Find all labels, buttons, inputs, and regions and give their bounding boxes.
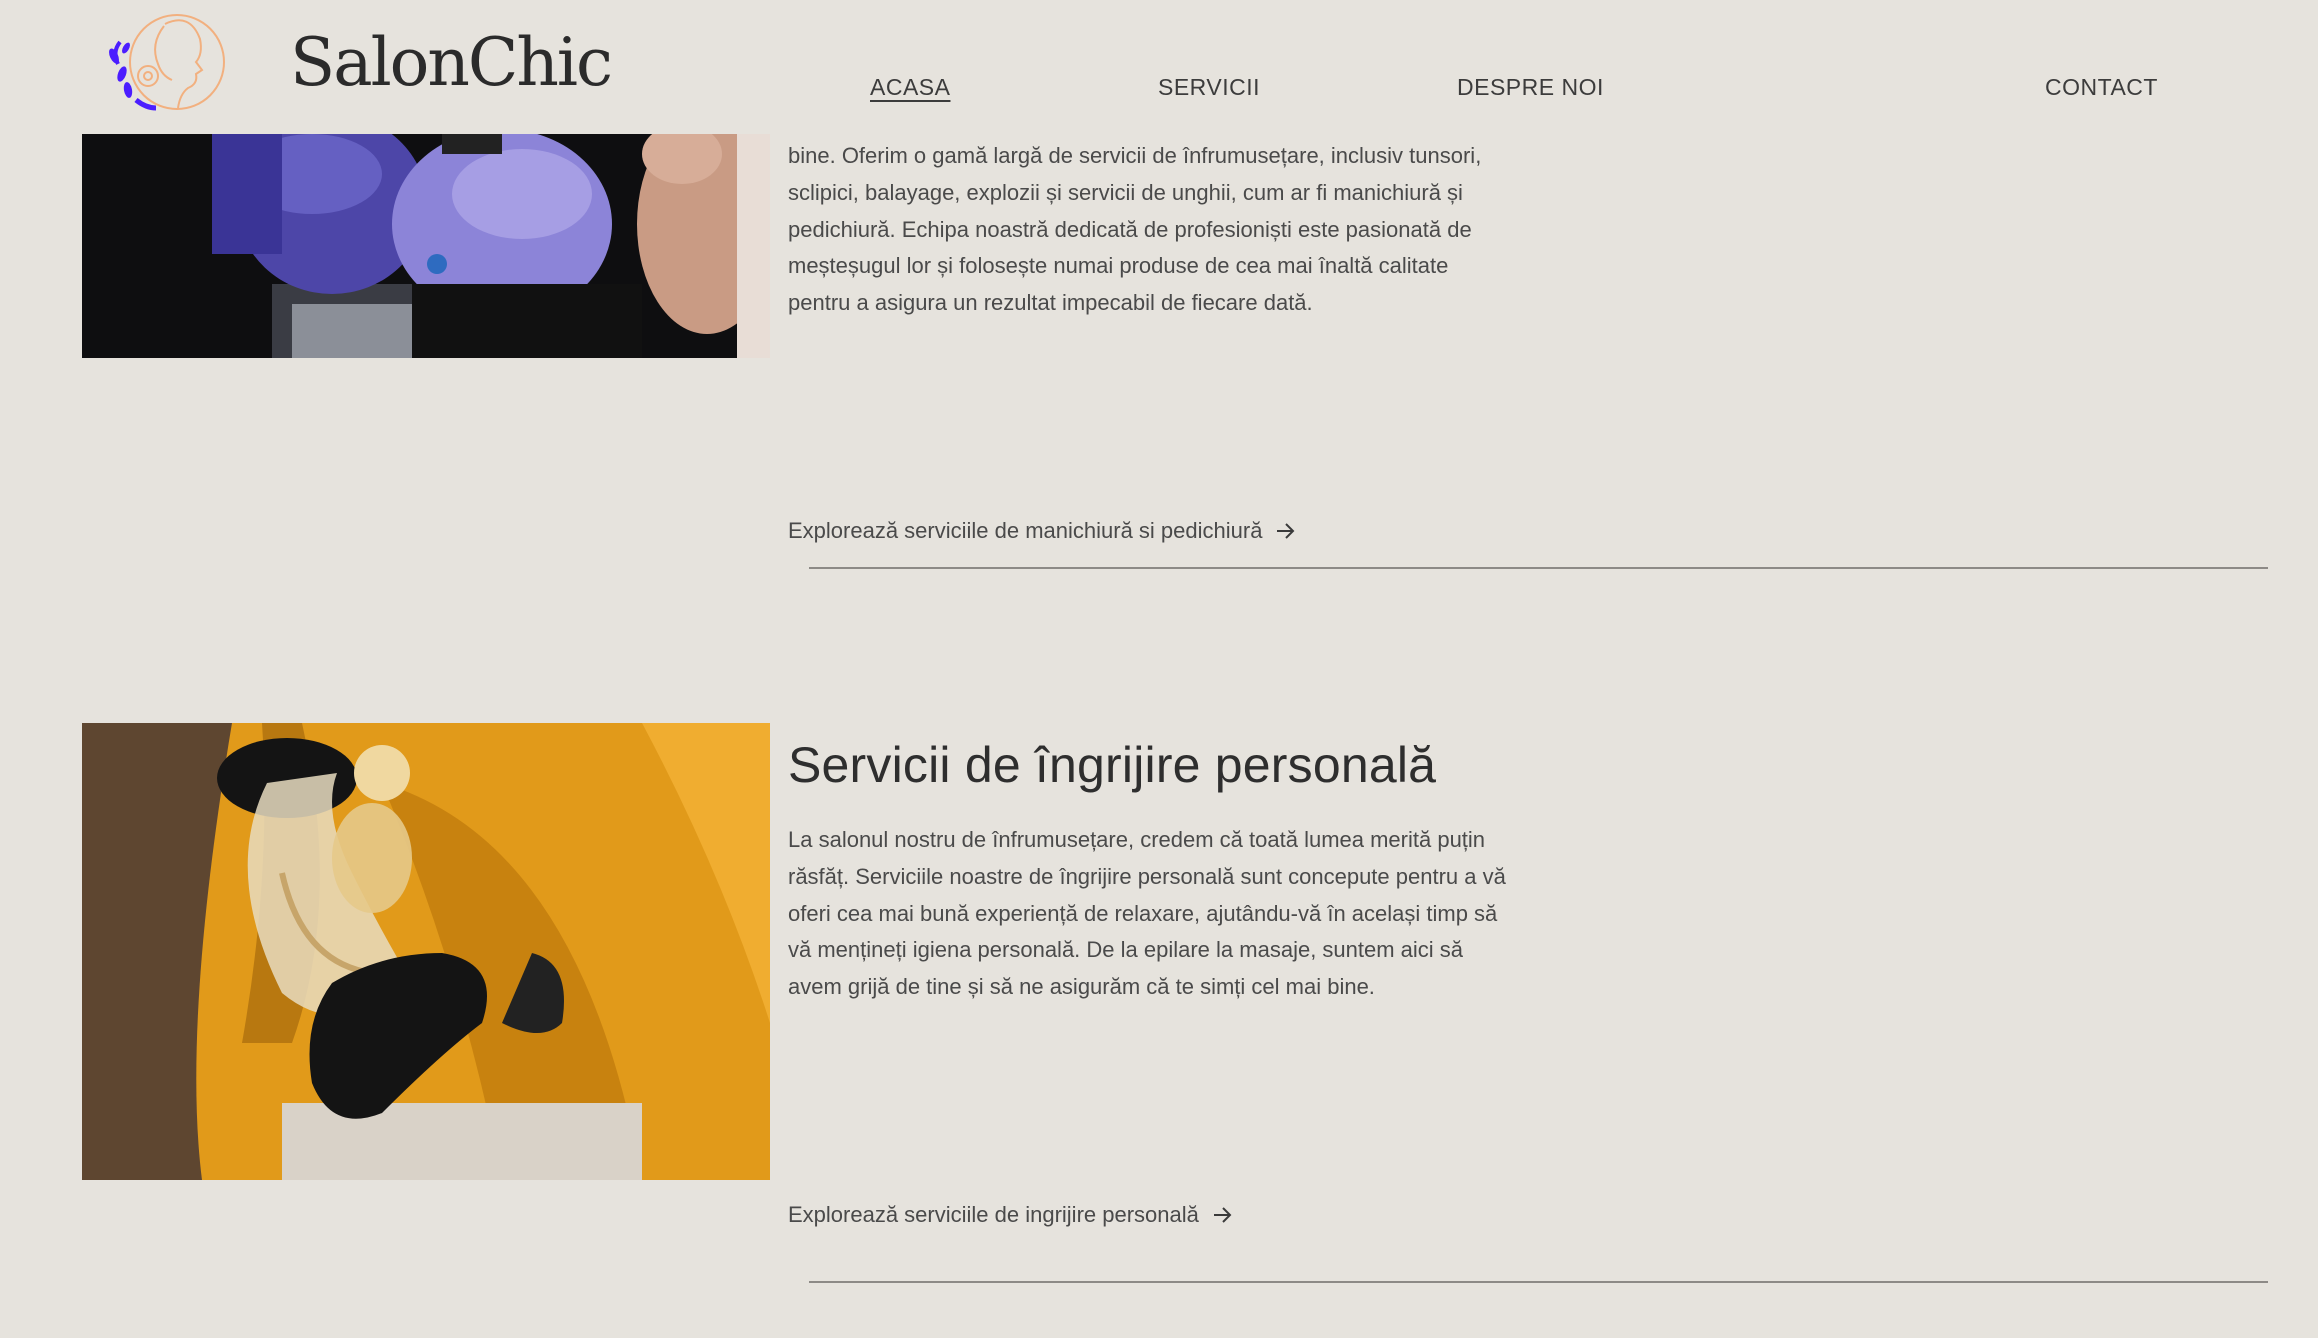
- woman-face-logo-icon[interactable]: [100, 4, 230, 118]
- personal-care-description: La salonul nostru de înfrumusețare, cred…: [788, 827, 1506, 1000]
- site-header: SalonChic ACASA SERVICII DESPRE NOI CONT…: [0, 0, 2318, 134]
- section-divider: [809, 1281, 2268, 1283]
- brand-logo-text[interactable]: SalonChic: [290, 30, 613, 96]
- nav-item-acasa[interactable]: ACASA: [870, 76, 950, 99]
- explore-personal-care-link-label: Explorează serviciile de ingrijire perso…: [788, 1202, 1199, 1227]
- section-divider: [809, 567, 2268, 569]
- nav-item-despre-noi[interactable]: DESPRE NOI: [1457, 76, 1604, 99]
- manicure-image: [82, 134, 770, 358]
- nav-item-servicii[interactable]: SERVICII: [1158, 76, 1260, 99]
- manicure-description: bine. Oferim o gamă largă de servicii de…: [788, 143, 1482, 316]
- arrow-right-icon: [1277, 523, 1295, 539]
- personal-care-title: Servicii de îngrijire personală: [788, 737, 1437, 793]
- personal-care-image: [82, 723, 770, 1180]
- arrow-right-icon: [1213, 1207, 1232, 1223]
- explore-manicure-link-label: Explorează serviciile de manichiură si p…: [788, 518, 1263, 543]
- nav-item-contact[interactable]: CONTACT: [2045, 76, 2158, 99]
- explore-manicure-link[interactable]: Explorează serviciile de manichiură si p…: [788, 518, 1296, 544]
- explore-personal-care-link[interactable]: Explorează serviciile de ingrijire perso…: [788, 1202, 1233, 1228]
